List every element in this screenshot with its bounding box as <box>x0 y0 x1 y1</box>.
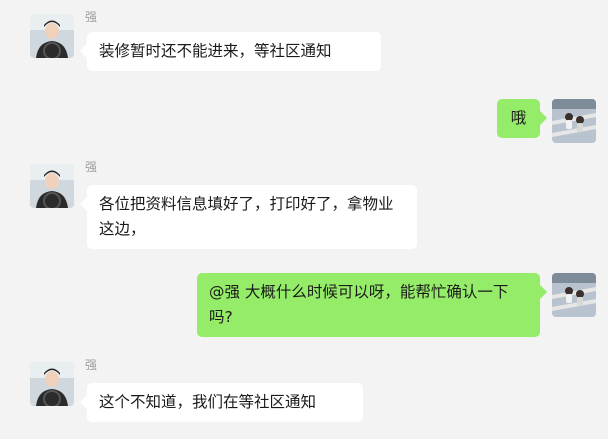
person-avatar-icon <box>30 164 74 208</box>
sender-avatar[interactable] <box>30 14 74 58</box>
message-bubble-outgoing[interactable]: 哦 <box>497 99 540 138</box>
message-text: 装修暂时还不能进来，等社区通知 <box>99 42 332 60</box>
sender-avatar[interactable] <box>30 362 74 406</box>
message-bubble-incoming[interactable]: 各位把资料信息填好了，打印好了，拿物业这边， <box>87 185 417 249</box>
message-bubble-outgoing[interactable]: @强 大概什么时候可以呀，能帮忙确认一下吗? <box>197 273 540 337</box>
my-avatar[interactable] <box>552 99 596 143</box>
person-avatar-icon <box>552 99 596 143</box>
person-avatar-icon <box>30 362 74 406</box>
message-text: 哦 <box>510 109 527 127</box>
sender-name: 强 <box>85 358 98 372</box>
sender-avatar[interactable] <box>30 164 74 208</box>
message-text: 各位把资料信息填好了，打印好了，拿物业这边， <box>99 195 394 238</box>
sender-name: 强 <box>85 160 98 174</box>
sender-name: 强 <box>85 10 98 24</box>
message-text: 这个不知道，我们在等社区通知 <box>99 393 317 411</box>
person-avatar-icon <box>552 273 596 317</box>
message-bubble-incoming[interactable]: 装修暂时还不能进来，等社区通知 <box>87 32 381 71</box>
message-bubble-incoming[interactable]: 这个不知道，我们在等社区通知 <box>87 383 363 422</box>
my-avatar[interactable] <box>552 273 596 317</box>
person-avatar-icon <box>30 14 74 58</box>
message-text: @强 大概什么时候可以呀，能帮忙确认一下吗? <box>209 283 509 326</box>
